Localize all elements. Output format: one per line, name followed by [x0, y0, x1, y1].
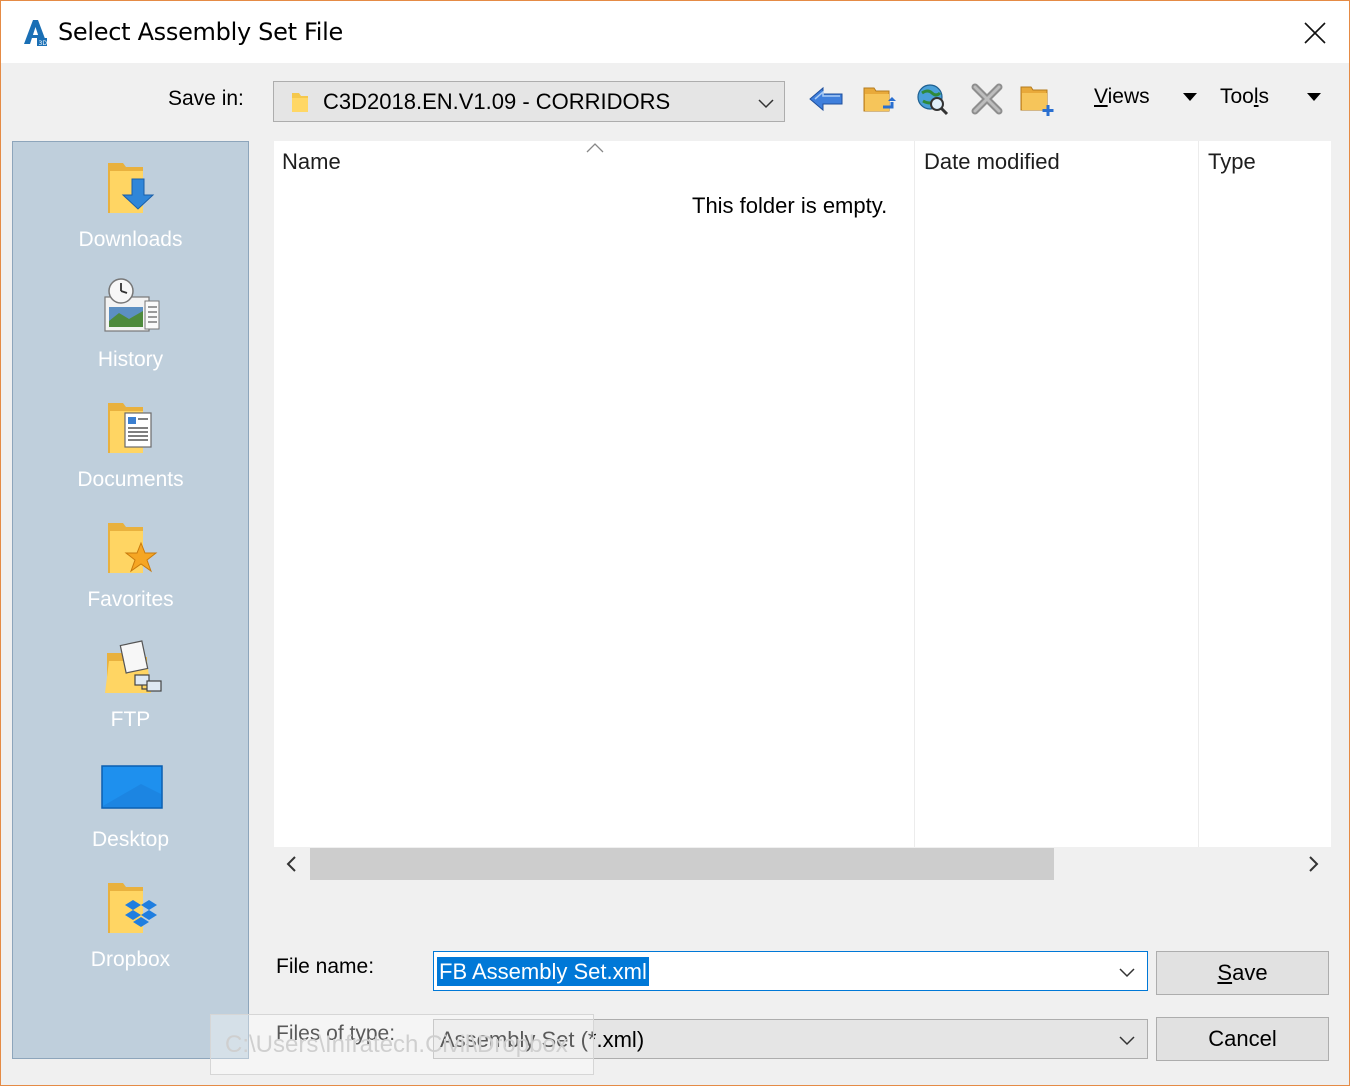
svg-text:3D: 3D	[39, 40, 48, 47]
autocad-civil3d-icon: 3D	[21, 17, 49, 47]
select-assembly-set-dialog: 3D Select Assembly Set File Save in: C3D…	[0, 0, 1350, 1086]
documents-folder-icon	[101, 396, 163, 458]
tools-menu[interactable]: Tools	[1220, 85, 1269, 109]
places-bar: Downloads History Documents Favorites FT…	[12, 141, 249, 1059]
window-title: Select Assembly Set File	[58, 18, 343, 46]
ftp-icon	[101, 636, 163, 698]
chevron-down-icon	[758, 96, 774, 114]
column-header-name[interactable]: Name	[282, 149, 341, 175]
place-label: Dropbox	[90, 948, 171, 971]
scroll-left-arrow-icon[interactable]	[278, 851, 304, 877]
place-label: Desktop	[91, 828, 170, 851]
place-label: History	[97, 348, 164, 371]
save-button[interactable]: Save	[1156, 951, 1329, 995]
file-name-label: File name:	[276, 955, 375, 978]
file-name-input[interactable]: FB Assembly Set.xml	[433, 951, 1148, 991]
column-divider[interactable]	[914, 141, 915, 847]
delete-button[interactable]	[967, 79, 1007, 119]
place-label: Downloads	[78, 228, 183, 251]
close-button[interactable]	[1293, 11, 1337, 55]
search-web-button[interactable]	[912, 79, 952, 119]
place-label: Documents	[77, 468, 184, 491]
new-folder-icon	[1020, 86, 1054, 116]
up-one-level-button[interactable]	[859, 79, 899, 119]
back-arrow-icon	[809, 86, 843, 112]
place-downloads[interactable]: Downloads	[13, 156, 248, 274]
place-documents[interactable]: Documents	[13, 396, 248, 514]
desktop-icon	[101, 756, 163, 818]
tooltip-text: C:\Users\Infratech.Civil\Dropbox	[225, 1031, 568, 1058]
search-web-icon	[917, 84, 949, 116]
file-name-value: FB Assembly Set.xml	[437, 957, 649, 986]
delete-icon	[971, 83, 1003, 115]
save-in-label: Save in:	[168, 87, 244, 110]
back-button[interactable]	[806, 79, 846, 119]
path-tooltip: C:\Users\Infratech.Civil\Dropbox	[210, 1014, 594, 1075]
tools-dropdown-arrow-icon[interactable]	[1307, 93, 1321, 101]
chevron-down-icon	[1119, 1033, 1135, 1051]
dropbox-folder-icon	[101, 876, 163, 938]
history-icon	[101, 276, 163, 338]
downloads-folder-icon	[101, 156, 163, 218]
place-history[interactable]: History	[13, 276, 248, 394]
favorites-folder-icon	[101, 516, 163, 578]
place-desktop[interactable]: Desktop	[13, 756, 248, 874]
empty-folder-message: This folder is empty.	[692, 193, 888, 218]
place-ftp[interactable]: FTP	[13, 636, 248, 754]
views-menu[interactable]: Views	[1094, 85, 1150, 109]
scroll-right-arrow-icon[interactable]	[1301, 851, 1327, 877]
sort-ascending-icon	[586, 141, 604, 159]
save-in-value: C3D2018.EN.V1.09 - CORRIDORS	[323, 89, 671, 114]
folder-icon	[290, 90, 310, 119]
place-label: FTP	[110, 708, 151, 731]
title-bar: 3D Select Assembly Set File	[1, 1, 1349, 63]
column-header-type[interactable]: Type	[1208, 149, 1256, 175]
horizontal-scrollbar[interactable]	[274, 847, 1331, 881]
place-label: Favorites	[87, 588, 174, 611]
cancel-button[interactable]: Cancel	[1156, 1017, 1329, 1061]
up-folder-icon	[863, 87, 896, 112]
column-divider[interactable]	[1198, 141, 1199, 847]
place-favorites[interactable]: Favorites	[13, 516, 248, 634]
place-dropbox[interactable]: Dropbox	[13, 876, 248, 994]
file-list[interactable]: Name Date modified Type This folder is e…	[274, 141, 1331, 847]
chevron-down-icon[interactable]	[1119, 965, 1135, 983]
create-new-folder-button[interactable]	[1017, 79, 1057, 119]
column-header-date-modified[interactable]: Date modified	[924, 149, 1060, 175]
save-in-combo[interactable]: C3D2018.EN.V1.09 - CORRIDORS	[273, 81, 785, 122]
close-icon	[1304, 22, 1326, 44]
scrollbar-thumb[interactable]	[310, 848, 1054, 880]
views-dropdown-arrow-icon[interactable]	[1183, 93, 1197, 101]
